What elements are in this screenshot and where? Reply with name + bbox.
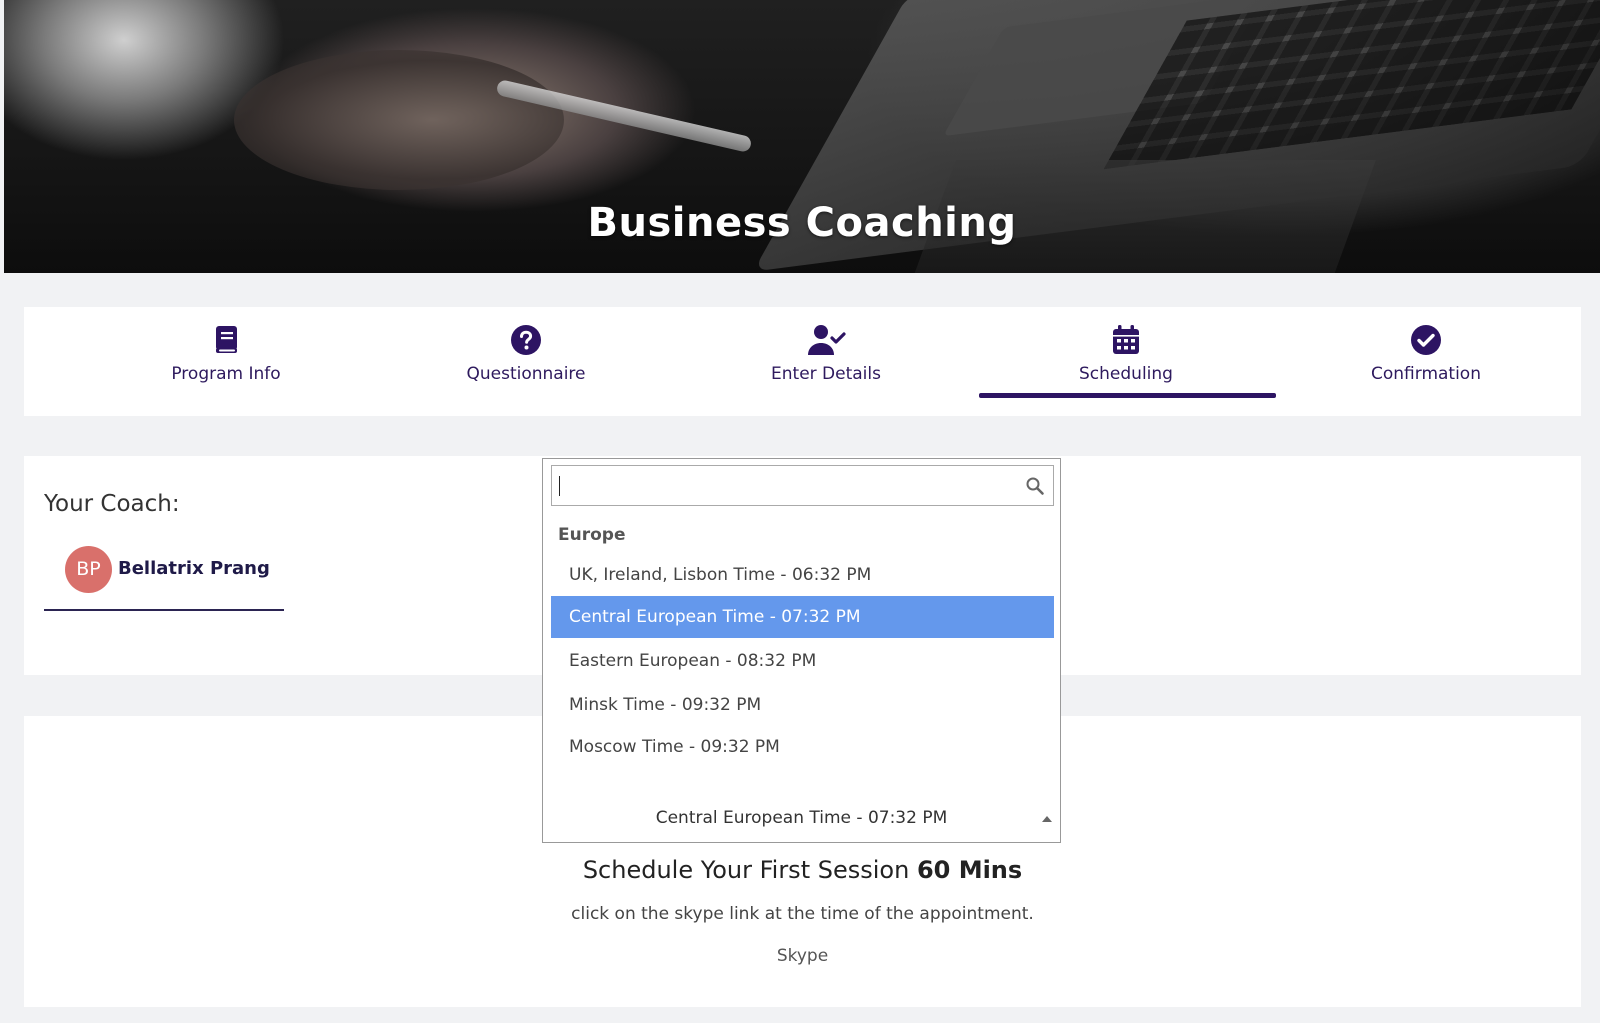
meeting-method: Skype <box>776 946 829 966</box>
step-label: Confirmation <box>1371 364 1481 384</box>
coach-heading: Your Coach: <box>44 491 180 517</box>
caret-up-icon <box>1042 816 1052 822</box>
question-circle-icon <box>511 325 541 355</box>
step-label: Questionnaire <box>466 364 586 384</box>
timezone-option-selected[interactable]: Central European Time - 07:32 PM <box>551 596 1054 638</box>
text-cursor <box>559 476 560 496</box>
page-title: Business Coaching <box>587 200 1017 246</box>
search-icon <box>1026 477 1044 495</box>
timezone-search-input[interactable] <box>552 466 1053 505</box>
timezone-option[interactable]: Minsk Time - 09:32 PM <box>551 684 1054 726</box>
step-label: Scheduling <box>1079 364 1173 384</box>
schedule-note: click on the skype link at the time of t… <box>571 904 1034 924</box>
session-duration: 60 Mins <box>916 856 1023 884</box>
user-check-icon <box>808 325 846 355</box>
timezone-option[interactable]: Eastern European - 08:32 PM <box>551 640 1054 682</box>
hero-banner: Business Coaching <box>4 0 1600 273</box>
step-label: Enter Details <box>771 364 881 384</box>
book-icon <box>216 326 237 353</box>
coach-card[interactable]: BP Bellatrix Prang <box>44 546 284 611</box>
avatar: BP <box>65 546 112 593</box>
coach-name: Bellatrix Prang <box>118 558 270 579</box>
step-navigation: Program Info Questionnaire Enter Details <box>24 307 1581 416</box>
check-circle-icon <box>1411 325 1441 355</box>
active-step-underline <box>979 393 1276 398</box>
step-label: Program Info <box>171 364 281 384</box>
timezone-search <box>551 465 1054 506</box>
hero-hand-shape <box>234 50 564 190</box>
timezone-dropdown: Europe UK, Ireland, Lisbon Time - 06:32 … <box>542 458 1061 794</box>
calendar-icon <box>1113 325 1139 354</box>
dropdown-group-label: Europe <box>558 525 626 545</box>
timezone-option[interactable]: Moscow Time - 09:32 PM <box>551 726 1054 768</box>
schedule-title-text: Schedule Your First Session <box>582 856 910 884</box>
schedule-title: Schedule Your First Session 60 Mins <box>24 856 1581 884</box>
timezone-selected-value: Central European Time - 07:32 PM <box>655 808 948 828</box>
timezone-option[interactable]: UK, Ireland, Lisbon Time - 06:32 PM <box>551 554 1054 596</box>
timezone-select[interactable]: Central European Time - 07:32 PM <box>542 793 1061 843</box>
